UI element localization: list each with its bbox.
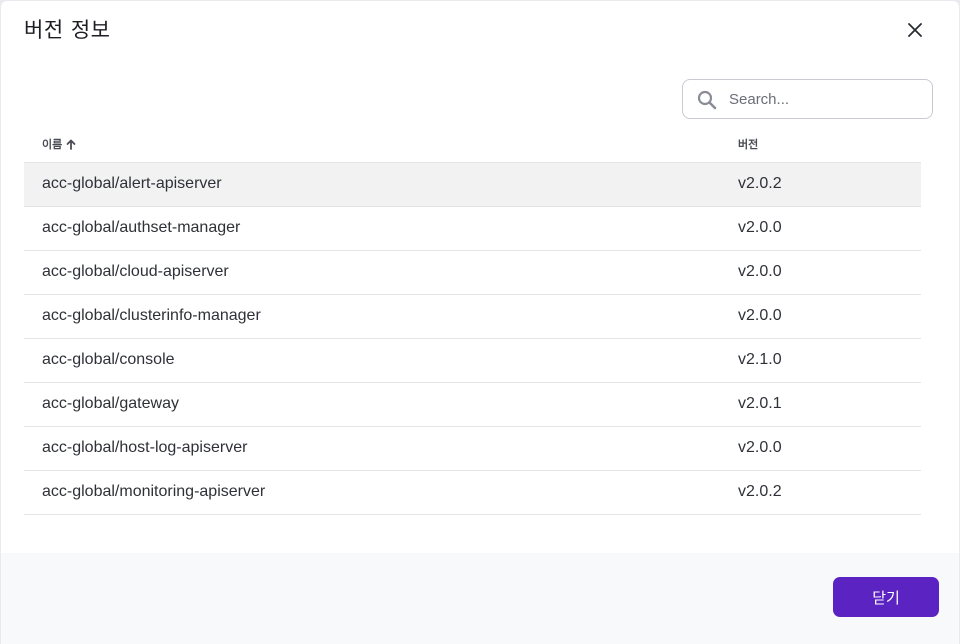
- row-version: v2.0.0: [738, 263, 782, 280]
- row-version: v2.0.2: [738, 483, 782, 500]
- version-table: 이름 버전 acc-global/alert-apiserver v2.0.2 …: [24, 127, 921, 515]
- column-header-version: 버전: [738, 136, 758, 152]
- row-name: acc-global/authset-manager: [42, 219, 241, 236]
- close-icon: [908, 23, 922, 37]
- row-version: v2.0.0: [738, 307, 782, 324]
- row-name: acc-global/console: [42, 351, 175, 368]
- row-version: v2.0.0: [738, 219, 782, 236]
- close-action-button[interactable]: 닫기: [833, 577, 939, 617]
- row-version: v2.0.1: [738, 395, 782, 412]
- table-row[interactable]: acc-global/console v2.1.0: [24, 339, 921, 383]
- row-name: acc-global/monitoring-apiserver: [42, 483, 266, 500]
- column-header-name-label: 이름: [42, 138, 63, 151]
- table-header: 이름 버전: [24, 127, 921, 163]
- row-name: acc-global/host-log-apiserver: [42, 439, 248, 456]
- row-name: acc-global/clusterinfo-manager: [42, 307, 261, 324]
- dialog-footer: 닫기: [1, 553, 959, 644]
- table-row[interactable]: acc-global/clusterinfo-manager v2.0.0: [24, 295, 921, 339]
- table-row[interactable]: acc-global/monitoring-apiserver v2.0.2: [24, 471, 921, 515]
- search-input[interactable]: [729, 86, 925, 112]
- table-row[interactable]: acc-global/gateway v2.0.1: [24, 383, 921, 427]
- dialog-title: 버전 정보: [24, 18, 111, 42]
- search-icon: [697, 90, 717, 110]
- row-name: acc-global/gateway: [42, 395, 179, 412]
- search-box[interactable]: [682, 79, 933, 119]
- row-version: v2.0.2: [738, 175, 782, 192]
- arrow-up-icon: [66, 139, 76, 150]
- column-header-version-label: 버전: [738, 138, 759, 151]
- row-version: v2.0.0: [738, 439, 782, 456]
- table-row[interactable]: acc-global/cloud-apiserver v2.0.0: [24, 251, 921, 295]
- table-row[interactable]: acc-global/authset-manager v2.0.0: [24, 207, 921, 251]
- row-version: v2.1.0: [738, 351, 782, 368]
- row-name: acc-global/cloud-apiserver: [42, 263, 229, 280]
- row-name: acc-global/alert-apiserver: [42, 175, 222, 192]
- table-row[interactable]: acc-global/alert-apiserver v2.0.2: [24, 163, 921, 207]
- close-button[interactable]: [902, 17, 928, 43]
- column-header-name[interactable]: 이름: [42, 136, 76, 152]
- version-info-dialog: 버전 정보 이름 버전 acc-global/alert-apiserver: [1, 1, 959, 644]
- table-row[interactable]: acc-global/host-log-apiserver v2.0.0: [24, 427, 921, 471]
